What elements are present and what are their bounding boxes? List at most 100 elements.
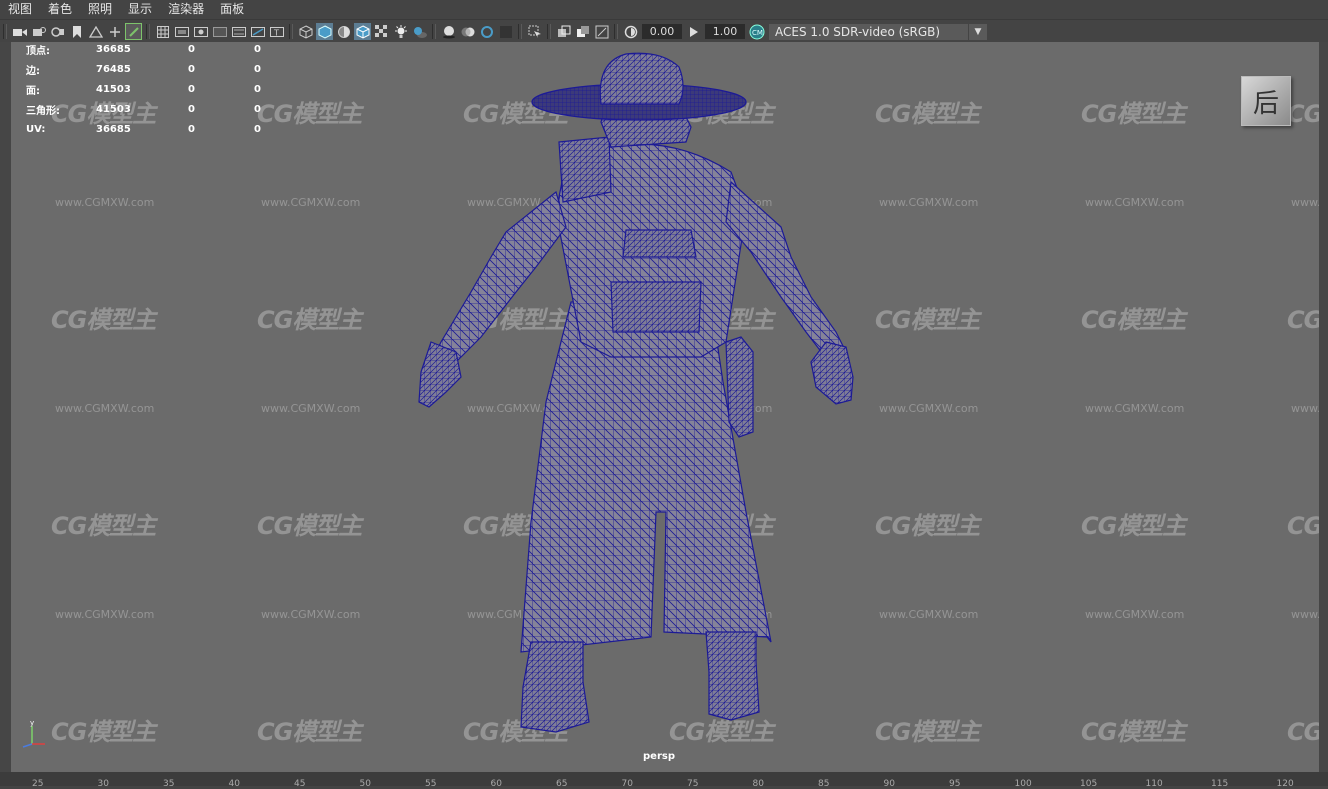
grease-pencil-icon[interactable] xyxy=(125,23,142,40)
field-chart-icon[interactable] xyxy=(230,23,247,40)
viewcube[interactable]: 后 xyxy=(1241,76,1291,126)
svg-text:y: y xyxy=(30,719,34,727)
timeline-tick-label: 30 xyxy=(97,779,109,789)
menu-show[interactable]: 显示 xyxy=(120,0,160,19)
timeline-tick-label: 80 xyxy=(752,779,764,789)
menu-shading[interactable]: 着色 xyxy=(40,0,80,19)
timeline-tick-label: 70 xyxy=(621,779,633,789)
hud-row: UV: 36685 0 0 xyxy=(26,119,284,139)
2d-pan-zoom-icon[interactable] xyxy=(106,23,123,40)
hud-v3: 0 xyxy=(254,83,261,95)
shadow-icon[interactable] xyxy=(411,23,428,40)
toolbar-separator xyxy=(614,24,618,39)
timeline-tick-label: 95 xyxy=(949,779,961,789)
wireframe-on-shaded-icon[interactable] xyxy=(354,23,371,40)
view-transform-value: ACES 1.0 SDR-video (sRGB) xyxy=(775,24,941,39)
hud-v1: 36685 xyxy=(96,123,131,135)
hud-label: 三角形: xyxy=(26,105,60,117)
svg-text:CM: CM xyxy=(752,29,763,37)
hud-row: 顶点: 36685 0 0 xyxy=(26,42,284,59)
image-plane-icon[interactable] xyxy=(87,23,104,40)
resolution-gate-icon[interactable] xyxy=(192,23,209,40)
xray-icon[interactable] xyxy=(555,23,572,40)
hud-v2: 0 xyxy=(188,103,195,115)
poly-count-hud: 顶点: 36685 0 0 边: 76485 0 0 面: 41503 0 0 三角形: 41503 0 0 U… xyxy=(26,42,284,139)
light-icon[interactable] xyxy=(392,23,409,40)
timeline-tick-label: 105 xyxy=(1080,779,1098,789)
toolbar-separator xyxy=(289,24,293,39)
hud-row: 三角形: 41503 0 0 xyxy=(26,99,284,119)
time-slider[interactable]: 25 30 35 40 45 50 55 60 65 70 75 80 85 90 95 100 105 110 1… xyxy=(0,772,1328,789)
toolbar-separator xyxy=(3,24,7,39)
menu-panels[interactable]: 面板 xyxy=(212,0,252,19)
bookmark-icon[interactable] xyxy=(68,23,85,40)
timeline-tick-label: 65 xyxy=(556,779,568,789)
menu-view[interactable]: 视图 xyxy=(0,0,40,19)
timeline-tick-label: 60 xyxy=(490,779,502,789)
timeline-tick-label: 55 xyxy=(425,779,437,789)
hud-label: 顶点: xyxy=(26,45,50,57)
timeline-tick-label: 85 xyxy=(818,779,830,789)
viewport-persp[interactable]: CG模型主CG模型主CG模型主CG模型主CG模型主CG模型主CG模型主CG模型主… xyxy=(11,42,1319,772)
gate-mask-icon[interactable] xyxy=(211,23,228,40)
hud-v3: 0 xyxy=(254,43,261,55)
camera-name-label: persp xyxy=(643,751,675,762)
xray-components-icon[interactable] xyxy=(593,23,610,40)
isolate-select-icon[interactable] xyxy=(526,23,543,40)
menu-renderer[interactable]: 渲染器 xyxy=(160,0,212,19)
exposure-field[interactable]: 0.00 xyxy=(642,24,682,39)
timeline-tick-label: 100 xyxy=(1014,779,1032,789)
timeline-tick-label: 90 xyxy=(883,779,895,789)
exposure-icon[interactable] xyxy=(622,23,639,40)
character-wireframe-model[interactable] xyxy=(11,42,1319,772)
timeline-tick-label: 75 xyxy=(687,779,699,789)
hud-v2: 0 xyxy=(188,63,195,75)
hud-v2: 0 xyxy=(188,123,195,135)
hud-v3: 0 xyxy=(254,123,261,135)
depth-of-field-icon[interactable] xyxy=(497,23,514,40)
smooth-shade-icon[interactable] xyxy=(316,23,333,40)
hud-v1: 41503 xyxy=(96,83,131,95)
menu-lighting[interactable]: 照明 xyxy=(80,0,120,19)
timeline-tick-label: 25 xyxy=(32,779,44,789)
hud-v1: 76485 xyxy=(96,63,131,75)
anti-aliasing-icon[interactable] xyxy=(478,23,495,40)
toolbar-separator xyxy=(547,24,551,39)
camera-lock-icon[interactable] xyxy=(30,23,47,40)
timeline-tick-label: 45 xyxy=(294,779,306,789)
hud-v2: 0 xyxy=(188,43,195,55)
left-panel-edge xyxy=(0,42,11,786)
motion-blur-icon[interactable] xyxy=(459,23,476,40)
toolbar-separator xyxy=(432,24,436,39)
svg-text:T: T xyxy=(273,28,279,37)
chevron-down-icon[interactable]: ▼ xyxy=(968,23,987,40)
color-management-icon[interactable]: CM xyxy=(748,23,765,40)
hud-v1: 36685 xyxy=(96,43,131,55)
hud-label: UV: xyxy=(26,123,46,135)
textured-icon[interactable] xyxy=(373,23,390,40)
viewcube-label: 后 xyxy=(1252,88,1279,119)
axis-gizmo-icon: y xyxy=(22,719,45,748)
grid-icon[interactable] xyxy=(154,23,171,40)
camera-attributes-icon[interactable] xyxy=(49,23,66,40)
hud-row: 边: 76485 0 0 xyxy=(26,59,284,79)
timeline-tick-label: 115 xyxy=(1211,779,1229,789)
film-gate-icon[interactable] xyxy=(173,23,190,40)
menu-bar: 视图 着色 照明 显示 渲染器 面板 xyxy=(0,0,1328,19)
default-material-icon[interactable] xyxy=(335,23,352,40)
wireframe-body xyxy=(418,52,854,733)
right-panel-edge xyxy=(1319,42,1328,786)
timeline-tick-label: 110 xyxy=(1145,779,1163,789)
xray-joints-icon[interactable] xyxy=(574,23,591,40)
view-transform-dropdown[interactable]: ACES 1.0 SDR-video (sRGB) ▼ xyxy=(769,23,987,40)
ambient-occlusion-icon[interactable] xyxy=(440,23,457,40)
hud-label: 面: xyxy=(26,85,40,97)
hud-row: 面: 41503 0 0 xyxy=(26,79,284,99)
safe-action-icon[interactable] xyxy=(249,23,266,40)
gamma-field[interactable]: 1.00 xyxy=(705,24,745,39)
wireframe-icon[interactable] xyxy=(297,23,314,40)
timeline-tick-label: 120 xyxy=(1276,779,1294,789)
camera-icon[interactable] xyxy=(11,23,28,40)
gamma-icon[interactable] xyxy=(685,23,702,40)
safe-title-icon[interactable]: T xyxy=(268,23,285,40)
